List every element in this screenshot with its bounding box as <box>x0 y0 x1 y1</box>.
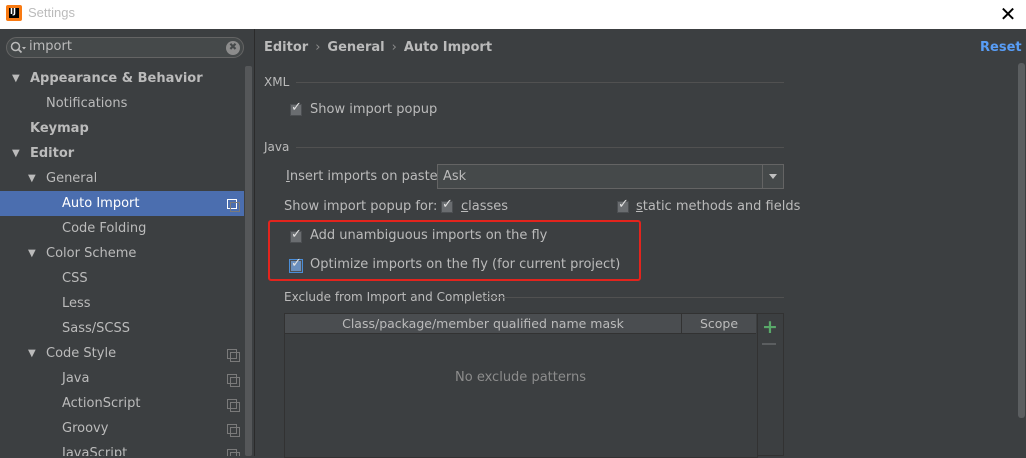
tree-item-sass-scss[interactable]: Sass/SCSS <box>0 316 244 341</box>
tree-item-label: Java <box>62 371 90 386</box>
classes-label[interactable]: classes <box>461 199 508 214</box>
tree-item-appearance-behavior[interactable]: ▼ Appearance & Behavior <box>0 66 244 91</box>
red-highlight-box <box>268 220 641 281</box>
search-value[interactable]: import <box>29 39 72 54</box>
expand-arrow-icon[interactable]: ▼ <box>12 66 20 91</box>
tree-item-java[interactable]: Java <box>0 366 244 391</box>
project-scope-icon <box>227 399 240 412</box>
project-scope-icon <box>227 424 240 437</box>
tree-item-label: Notifications <box>46 96 128 111</box>
tree-item-notifications[interactable]: Notifications <box>0 91 244 116</box>
project-scope-icon <box>227 199 240 212</box>
chevron-down-icon[interactable] <box>762 165 784 188</box>
breadcrumb-separator: › <box>391 40 397 55</box>
tree-item-actionscript[interactable]: ActionScript <box>0 391 244 416</box>
search-icon[interactable] <box>10 41 26 55</box>
tree-item-auto-import[interactable]: Auto Import <box>0 191 244 216</box>
section-divider <box>296 82 784 83</box>
tree-item-label: General <box>46 171 98 186</box>
section-title-xml: XML <box>264 75 290 89</box>
content-scrollbar[interactable] <box>1018 63 1025 418</box>
section-divider <box>296 147 784 148</box>
tree-item-general[interactable]: ▼ General <box>0 166 244 191</box>
section-title-java: Java <box>264 140 290 154</box>
exclude-table <box>284 313 758 458</box>
section-divider <box>484 297 784 298</box>
classes-checkbox[interactable] <box>441 197 453 213</box>
expand-arrow-icon[interactable]: ▼ <box>28 341 36 366</box>
tree-item-less[interactable]: Less <box>0 291 244 316</box>
project-scope-icon <box>227 374 240 387</box>
tree-item-editor[interactable]: ▼ Editor <box>0 141 244 166</box>
breadcrumb-item: Auto Import <box>403 40 493 55</box>
tree-item-label: Sass/SCSS <box>62 321 130 336</box>
expand-arrow-icon[interactable]: ▼ <box>28 166 36 191</box>
close-button[interactable]: ✕ <box>996 2 1020 26</box>
show-import-popup-xml-label[interactable]: Show import popup <box>310 102 437 117</box>
tree-item-label: CSS <box>62 271 88 286</box>
breadcrumb-separator: › <box>315 40 321 55</box>
title-bar <box>0 0 1026 29</box>
tree-item-label: Less <box>62 296 91 311</box>
sidebar-scrollbar[interactable] <box>245 66 252 456</box>
tree-item-css[interactable]: CSS <box>0 266 244 291</box>
tree-item-label: Code Style <box>46 346 117 361</box>
mnemonic: s <box>636 199 643 214</box>
show-import-popup-for-label: Show import popup for: <box>284 199 438 214</box>
tree-item-label: Code Folding <box>62 221 147 236</box>
breadcrumb-item: Editor <box>264 40 309 55</box>
column-header-scope[interactable]: Scope <box>682 314 756 333</box>
tree-item-label: JavaScript <box>62 446 128 456</box>
static-methods-label[interactable]: static methods and fields <box>636 199 800 214</box>
clear-search-icon[interactable]: ✖ <box>226 41 240 55</box>
empty-table-message: No exclude patterns <box>455 370 586 385</box>
tree-item-code-folding[interactable]: Code Folding <box>0 216 244 241</box>
tree-item-label: Appearance & Behavior <box>30 71 203 86</box>
tree-item-groovy[interactable]: Groovy <box>0 416 244 441</box>
section-title-exclude: Exclude from Import and Completion <box>284 290 506 304</box>
project-scope-icon <box>227 449 240 456</box>
tree-item-label: Keymap <box>30 121 89 136</box>
label-rest: tatic methods and fields <box>642 199 801 214</box>
tree-item-color-scheme[interactable]: ▼ Color Scheme <box>0 241 244 266</box>
expand-arrow-icon[interactable]: ▼ <box>12 141 20 166</box>
add-icon[interactable]: + <box>762 316 778 338</box>
label-rest: nsert imports on paste: <box>289 169 443 184</box>
intellij-app-icon: IJ <box>6 5 22 21</box>
insert-imports-value[interactable]: Ask <box>443 169 466 184</box>
insert-imports-select[interactable] <box>437 164 784 189</box>
breadcrumb: Editor › General › Auto Import <box>264 40 492 55</box>
static-methods-checkbox[interactable] <box>617 197 629 213</box>
column-header-mask[interactable]: Class/package/member qualified name mask <box>285 314 682 333</box>
tree-item-label: Groovy <box>62 421 109 436</box>
tree-item-code-style[interactable]: ▼ Code Style <box>0 341 244 366</box>
tree-item-label: ActionScript <box>62 396 141 411</box>
tree-item-label: Auto Import <box>62 196 140 211</box>
remove-icon[interactable] <box>762 343 776 345</box>
panel-divider[interactable] <box>254 29 255 456</box>
show-import-popup-xml-checkbox[interactable] <box>290 100 302 116</box>
insert-imports-label: Insert imports on paste: <box>286 169 442 184</box>
project-scope-icon <box>227 349 240 362</box>
reset-link[interactable]: Reset <box>980 40 1022 55</box>
window-title: Settings <box>28 5 75 20</box>
tree-item-javascript[interactable]: JavaScript <box>0 441 244 456</box>
tree-item-label: Editor <box>30 146 75 161</box>
expand-arrow-icon[interactable]: ▼ <box>28 241 36 266</box>
tree-item-keymap[interactable]: Keymap <box>0 116 244 141</box>
label-rest: lasses <box>468 199 509 214</box>
breadcrumb-item: General <box>327 40 385 55</box>
tree-item-label: Color Scheme <box>46 246 137 261</box>
